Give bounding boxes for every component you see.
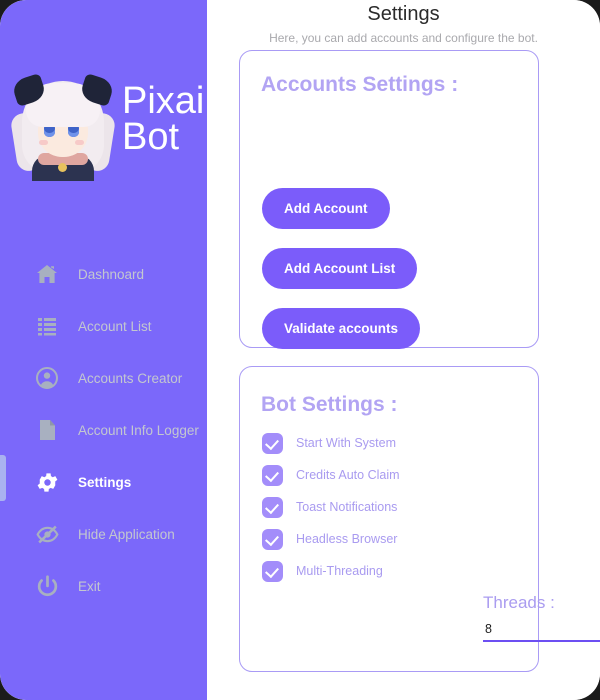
bot-settings-title: Bot Settings : (261, 393, 398, 416)
sidebar-item-label: Hide Application (78, 526, 175, 542)
add-account-list-button[interactable]: Add Account List (262, 248, 418, 289)
brand-name-line1: Pixai (122, 80, 205, 123)
check-icon[interactable] (262, 464, 283, 486)
sidebar-item-hide-application[interactable]: Hide Application (0, 508, 207, 560)
sidebar-item-accounts-creator[interactable]: Accounts Creator (0, 352, 207, 404)
threads-label: Threads : (483, 593, 555, 612)
user-circle-icon (34, 365, 60, 391)
home-icon (34, 261, 60, 287)
brand-logo: Pixai Bot (8, 55, 205, 185)
sidebar-item-account-list[interactable]: Account List (0, 300, 207, 352)
brand-name: Pixai Bot (122, 80, 205, 158)
checkbox-row-headless-browser[interactable]: Headless Browser (262, 527, 397, 551)
avatar (8, 61, 118, 181)
validate-accounts-button[interactable]: Validate accounts (262, 308, 421, 349)
accounts-settings-card: Accounts Settings : Add Account Add Acco… (239, 50, 539, 349)
sidebar-nav: Dashnoard Account List Accounts Creator … (0, 248, 207, 612)
check-icon[interactable] (262, 560, 283, 582)
eye-slash-icon (34, 521, 60, 547)
checkbox-label: Credits Auto Claim (296, 468, 400, 482)
sidebar-item-label: Account List (78, 318, 152, 334)
add-account-button[interactable]: Add Account (262, 188, 390, 229)
page-title: Settings (367, 3, 440, 25)
check-icon[interactable] (262, 496, 283, 518)
gear-icon (34, 469, 60, 495)
checkbox-label: Headless Browser (296, 532, 398, 546)
check-icon[interactable] (262, 432, 283, 454)
accounts-settings-title: Accounts Settings : (261, 73, 459, 96)
sidebar-item-label: Account Info Logger (78, 422, 199, 438)
brand-name-line2: Bot (122, 116, 180, 158)
checkbox-label: Toast Notifications (296, 500, 398, 514)
checkbox-row-credits-auto-claim[interactable]: Credits Auto Claim (262, 463, 400, 487)
sidebar-item-account-info-logger[interactable]: Account Info Logger (0, 404, 207, 456)
sidebar-item-label: Accounts Creator (78, 370, 183, 386)
check-icon[interactable] (262, 528, 283, 550)
document-icon (34, 417, 60, 443)
sidebar-item-label: Settings (78, 474, 132, 490)
sidebar: Pixai Bot Dashnoard Account List Account… (0, 0, 207, 700)
app-window: Pixai Bot Dashnoard Account List Account… (0, 0, 600, 700)
main-content: Settings Here, you can add accounts and … (207, 0, 600, 700)
sidebar-item-settings[interactable]: Settings (0, 456, 207, 508)
power-icon (34, 573, 60, 599)
page-subtitle: Here, you can add accounts and configure… (269, 31, 538, 45)
list-icon (34, 313, 60, 339)
checkbox-row-toast-notifications[interactable]: Toast Notifications (262, 495, 397, 519)
checkbox-row-multi-threading[interactable]: Multi-Threading (262, 559, 383, 583)
checkbox-label: Start With System (296, 436, 397, 450)
sidebar-item-label: Dashnoard (78, 266, 145, 282)
checkbox-row-start-with-system[interactable]: Start With System (262, 431, 396, 455)
sidebar-item-dashboard[interactable]: Dashnoard (0, 248, 207, 300)
sidebar-item-exit[interactable]: Exit (0, 560, 207, 612)
checkbox-label: Multi-Threading (296, 564, 383, 578)
threads-input[interactable] (483, 620, 600, 642)
sidebar-item-label: Exit (78, 578, 101, 594)
